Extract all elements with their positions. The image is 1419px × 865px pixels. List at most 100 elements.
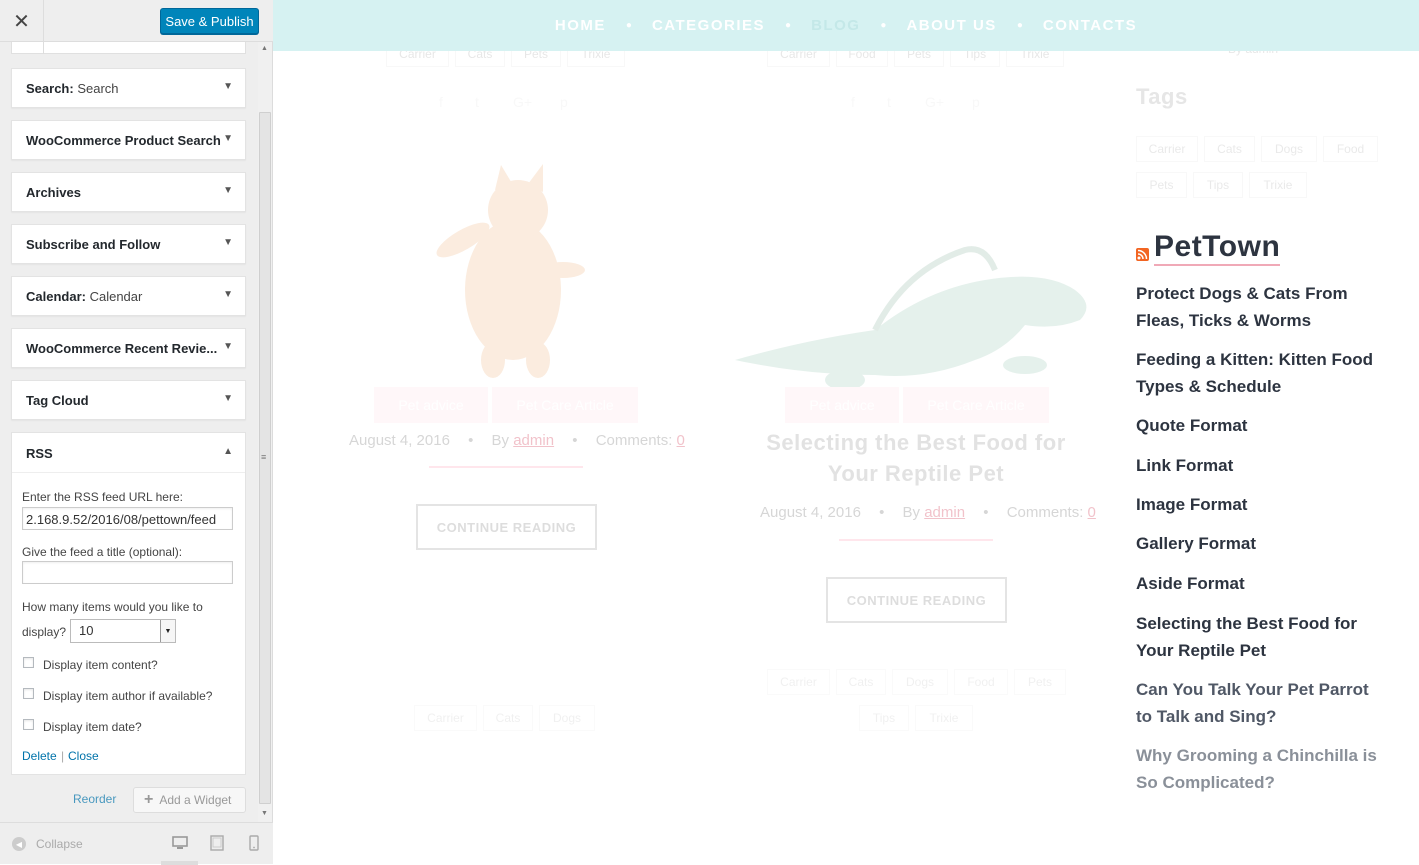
save-publish-button[interactable]: Save & Publish (160, 8, 259, 34)
author-link[interactable]: admin (513, 432, 554, 449)
mobile-preview-icon[interactable] (249, 835, 259, 851)
widgets-list: Search: Search ▼ WooCommerce Product Sea… (0, 42, 258, 822)
tag-pill[interactable]: Food (1323, 136, 1378, 162)
comments-link[interactable]: 0 (677, 432, 685, 449)
close-link[interactable]: Close (68, 749, 99, 763)
continue-reading-button[interactable]: CONTINUE READING (416, 504, 597, 550)
scroll-down-icon[interactable]: ▼ (261, 810, 268, 817)
rss-widget-header[interactable]: RSS ▲ (12, 433, 245, 473)
rss-item-link[interactable]: Can You Talk Your Pet Parrot to Talk and… (1136, 676, 1386, 730)
widget-woocommerce-product-search[interactable]: WooCommerce Product Search ▼ (11, 120, 246, 160)
post-meta: August 4, 2016 • By admin • Comments: 0 (760, 504, 1096, 521)
plus-icon: + (144, 791, 154, 808)
tag-pill[interactable]: Food (954, 669, 1008, 695)
category-badge[interactable]: Pet advice (374, 387, 488, 423)
widget-archives[interactable]: Archives ▼ (11, 172, 246, 212)
pinterest-icon[interactable]: p (972, 94, 980, 110)
rss-item-link[interactable]: Link Format (1136, 452, 1386, 479)
twitter-icon[interactable]: t (475, 94, 479, 110)
nav-blog[interactable]: BLOG (811, 17, 860, 34)
divider (43, 42, 44, 54)
expand-arrow-icon[interactable]: ▼ (223, 185, 233, 196)
divider (839, 539, 993, 541)
author-link[interactable]: admin (924, 504, 965, 521)
items-count-select[interactable]: 10 ▼ (70, 619, 176, 643)
rss-item-link[interactable]: Why Grooming a Chinchilla is So Complica… (1136, 742, 1386, 796)
rss-url-label: Enter the RSS feed URL here: (22, 490, 183, 504)
scrollbar[interactable]: ▲ ≡ ▼ (258, 42, 272, 822)
tag-pill[interactable]: Carrier (767, 669, 830, 695)
expand-arrow-icon[interactable]: ▼ (223, 341, 233, 352)
rss-item-link[interactable]: Image Format (1136, 491, 1386, 518)
tag-pill[interactable]: Pets (1014, 669, 1066, 695)
expand-arrow-icon[interactable]: ▼ (223, 289, 233, 300)
reorder-link[interactable]: Reorder (73, 792, 116, 806)
nav-categories[interactable]: CATEGORIES (652, 17, 765, 34)
widget-tag-cloud[interactable]: Tag Cloud ▼ (11, 380, 246, 420)
tag-pill[interactable]: Tips (859, 705, 909, 731)
tag-pill[interactable]: Cats (483, 705, 533, 731)
category-badge[interactable]: Pet Care Article (903, 387, 1049, 423)
google-plus-icon[interactable]: G+ (513, 94, 532, 110)
widget-calendar[interactable]: Calendar: Calendar ▼ (11, 276, 246, 316)
nav-about-us[interactable]: ABOUT US (906, 17, 996, 34)
tag-pill[interactable]: Cats (836, 669, 886, 695)
close-customizer-button[interactable]: ✕ (0, 0, 44, 42)
nav-contacts[interactable]: CONTACTS (1043, 17, 1137, 34)
tag-pill[interactable]: Dogs (539, 705, 595, 731)
tag-pill[interactable]: Tips (1193, 172, 1243, 198)
expand-arrow-icon[interactable]: ▼ (223, 81, 233, 92)
post-meta: August 4, 2016 • By admin • Comments: 0 (349, 432, 685, 449)
rss-url-input[interactable] (22, 507, 233, 530)
post-title[interactable]: Selecting the Best Food for Your Reptile… (743, 427, 1089, 489)
tag-pill[interactable]: Dogs (892, 669, 948, 695)
show-author-checkbox[interactable] (23, 688, 34, 699)
category-badge[interactable]: Pet Care Article (492, 387, 638, 423)
continue-reading-button[interactable]: CONTINUE READING (826, 577, 1007, 623)
rss-item-link[interactable]: Selecting the Best Food for Your Reptile… (1136, 610, 1386, 664)
rss-heading-link[interactable]: PetTown (1154, 230, 1281, 266)
rss-item-link[interactable]: Aside Format (1136, 570, 1386, 597)
add-widget-button[interactable]: + Add a Widget (133, 787, 246, 813)
google-plus-icon[interactable]: G+ (925, 94, 944, 110)
nav-home[interactable]: HOME (555, 17, 606, 34)
widget-subscribe-and-follow[interactable]: Subscribe and Follow ▼ (11, 224, 246, 264)
comments-link[interactable]: 0 (1088, 504, 1096, 521)
show-date-checkbox[interactable] (23, 719, 34, 730)
widget-search[interactable]: Search: Search ▼ (11, 68, 246, 108)
previous-widget-bottom (11, 42, 246, 54)
twitter-icon[interactable]: t (887, 94, 891, 110)
iguana-image (735, 246, 1087, 390)
category-badge[interactable]: Pet advice (785, 387, 899, 423)
delete-link[interactable]: Delete (22, 749, 57, 763)
tag-pill[interactable]: Dogs (1261, 136, 1317, 162)
pinterest-icon[interactable]: p (560, 94, 568, 110)
tablet-preview-icon[interactable] (210, 835, 224, 851)
widget-title: Calendar: Calendar (26, 288, 143, 304)
collapse-button[interactable]: ◀ Collapse (12, 837, 83, 851)
tag-pill[interactable]: Cats (1204, 136, 1255, 162)
facebook-icon[interactable]: f (851, 94, 855, 110)
rss-item-link[interactable]: Quote Format (1136, 412, 1386, 439)
tag-pill[interactable]: Pets (1136, 172, 1187, 198)
feed-title-input[interactable] (22, 561, 233, 584)
rss-item-link[interactable]: Protect Dogs & Cats From Fleas, Ticks & … (1136, 280, 1386, 334)
expand-arrow-icon[interactable]: ▼ (223, 133, 233, 144)
rss-item-link[interactable]: Feeding a Kitten: Kitten Food Types & Sc… (1136, 346, 1386, 400)
widget-woocommerce-recent-reviews[interactable]: WooCommerce Recent Revie... ▼ (11, 328, 246, 368)
tag-pill[interactable]: Trixie (915, 705, 973, 731)
tag-pill[interactable]: Carrier (1136, 136, 1198, 162)
desktop-preview-icon[interactable] (172, 835, 188, 851)
collapse-arrow-icon[interactable]: ▲ (223, 446, 233, 457)
widget-rss-expanded: RSS ▲ Enter the RSS feed URL here: Give … (11, 432, 246, 775)
rss-item-link[interactable]: Gallery Format (1136, 530, 1386, 557)
rss-feed-icon[interactable] (1136, 248, 1149, 261)
dropdown-arrow-icon[interactable]: ▼ (160, 620, 175, 642)
expand-arrow-icon[interactable]: ▼ (223, 393, 233, 404)
tag-pill[interactable]: Trixie (1249, 172, 1307, 198)
scroll-up-icon[interactable]: ▲ (261, 45, 268, 52)
facebook-icon[interactable]: f (439, 94, 443, 110)
show-content-checkbox[interactable] (23, 657, 34, 668)
tag-pill[interactable]: Carrier (414, 705, 477, 731)
expand-arrow-icon[interactable]: ▼ (223, 237, 233, 248)
